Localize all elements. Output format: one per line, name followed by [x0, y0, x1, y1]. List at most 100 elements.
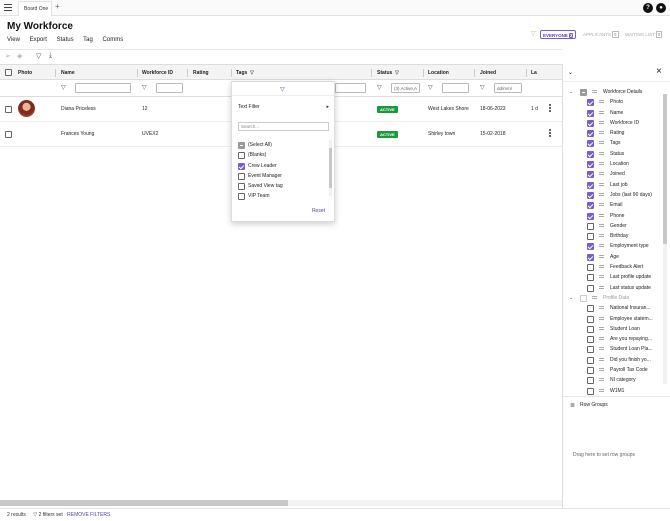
drag-handle-icon[interactable] [599, 265, 604, 269]
view-waiting-list-button[interactable]: WAITING LIST 0 [625, 30, 663, 39]
popup-option-saved-view-tag[interactable]: Saved View tag [238, 181, 334, 191]
column-checkbox[interactable] [587, 336, 594, 344]
location-filter-icon[interactable]: ▽ [428, 84, 433, 91]
column-checkbox[interactable] [587, 191, 594, 199]
row-groups-zone[interactable]: ≣ Row Groups Drag here to set row groups [563, 396, 670, 508]
drag-handle-icon[interactable] [599, 151, 604, 156]
column-item[interactable]: National Insuran... [563, 303, 670, 313]
profile-button[interactable]: ● [656, 3, 666, 13]
drag-handle-icon[interactable] [599, 388, 604, 393]
drag-handle-icon[interactable] [599, 203, 604, 207]
option-checkbox[interactable] [238, 183, 245, 191]
select-all-checkbox[interactable] [5, 69, 12, 76]
column-checkbox[interactable] [587, 161, 594, 169]
column-checkbox[interactable] [587, 150, 594, 158]
column-item[interactable]: Payroll Tax Code [563, 365, 670, 375]
tags-filter-input[interactable] [335, 83, 366, 93]
column-header-joined[interactable]: Joined [480, 65, 496, 81]
column-separator[interactable] [55, 69, 56, 77]
drag-handle-icon[interactable] [599, 172, 604, 176]
column-item[interactable]: Tags [563, 138, 670, 148]
column-separator[interactable] [474, 69, 475, 77]
drag-handle-icon[interactable] [599, 162, 604, 166]
drag-handle-icon[interactable] [599, 316, 604, 321]
toggle-filter-icon[interactable]: ▽ [531, 30, 536, 39]
send-icon[interactable]: ➢ [5, 52, 11, 60]
more-vertical-icon[interactable] [549, 104, 551, 113]
more-vertical-icon[interactable] [549, 129, 551, 138]
column-header-photo[interactable]: Photo [18, 65, 32, 81]
column-checkbox[interactable] [587, 387, 594, 395]
column-header-last-job[interactable]: La [531, 65, 537, 81]
column-item[interactable]: Age [563, 252, 670, 262]
column-checkbox[interactable] [587, 243, 594, 251]
menu-status[interactable]: Status [57, 37, 74, 43]
chevron-down-icon[interactable]: ⌄ [568, 69, 573, 76]
column-checkbox[interactable] [587, 233, 594, 241]
column-item[interactable]: Name [563, 108, 670, 118]
chevron-down-icon[interactable]: ⌄ [569, 87, 573, 97]
drag-handle-icon[interactable] [599, 100, 604, 104]
drag-handle-icon[interactable] [599, 275, 604, 279]
status-filter-input[interactable]: (3) Active,A [391, 83, 420, 93]
tab-board-one[interactable]: Board One [18, 1, 52, 16]
option-checkbox[interactable] [238, 152, 245, 160]
column-item[interactable]: Workforce ID [563, 118, 670, 128]
hamburger-icon[interactable] [4, 4, 12, 12]
menu-tag[interactable]: Tag [83, 37, 93, 43]
drag-handle-icon[interactable] [599, 182, 604, 187]
column-item[interactable]: Are you repaying... [563, 334, 670, 344]
column-item[interactable]: Email [563, 200, 670, 210]
popup-scrollbar[interactable] [329, 140, 332, 196]
drag-handle-icon[interactable] [599, 120, 604, 125]
column-item[interactable]: Did you finish yo... [563, 355, 670, 365]
column-group-profile-data[interactable]: ⌄ Profile Data [563, 293, 670, 303]
column-separator[interactable] [371, 69, 372, 77]
drag-handle-icon[interactable] [599, 131, 604, 135]
column-header-name[interactable]: Name [61, 65, 75, 81]
drag-handle-icon[interactable] [592, 90, 597, 94]
column-checkbox[interactable] [587, 274, 594, 282]
column-header-rating[interactable]: Rating [193, 65, 209, 81]
tag-icon[interactable]: ◈ [17, 52, 22, 60]
popup-option-crew-leader[interactable]: Crew Leader [238, 161, 334, 171]
option-checkbox[interactable] [238, 162, 245, 170]
drag-handle-icon[interactable] [599, 213, 604, 218]
drag-handle-icon[interactable] [599, 244, 604, 248]
column-item[interactable]: Phone [563, 211, 670, 221]
drag-handle-icon[interactable] [599, 337, 604, 341]
drag-handle-icon[interactable] [599, 347, 604, 351]
remove-filters-button[interactable]: REMOVE FILTERS [67, 512, 110, 518]
filter-icon[interactable]: ▽ [36, 52, 41, 60]
row-checkbox[interactable] [5, 106, 12, 113]
drag-handle-icon[interactable] [599, 223, 604, 228]
column-checkbox[interactable] [587, 253, 594, 261]
column-item[interactable]: Last status update [563, 283, 670, 293]
filter-tab-icon[interactable]: ▽ [280, 86, 285, 93]
column-separator[interactable] [526, 69, 527, 77]
popup-option-event-manager[interactable]: Event Manager [238, 171, 334, 181]
column-header-workforce-id[interactable]: Workforce ID [142, 65, 173, 81]
column-checkbox[interactable] [587, 356, 594, 364]
drag-handle-icon[interactable] [592, 295, 597, 300]
row-checkbox[interactable] [5, 131, 12, 138]
column-checkbox[interactable] [587, 264, 594, 272]
chevron-right-icon[interactable]: ▸ [326, 104, 329, 110]
joined-filter-input[interactable]: dd/mm/ [494, 83, 522, 93]
column-checkbox[interactable] [587, 305, 594, 313]
column-header-status[interactable]: Status [377, 65, 392, 81]
column-checkbox[interactable] [587, 212, 594, 220]
name-filter-icon[interactable]: ▽ [61, 84, 66, 91]
view-everyone-button[interactable]: EVERYONE 2 [540, 30, 577, 39]
popup-option-vip-team[interactable]: VIP Team [238, 191, 334, 201]
column-item[interactable]: Location [563, 159, 670, 169]
column-checkbox[interactable] [587, 171, 594, 179]
drag-handle-icon[interactable] [599, 110, 604, 115]
column-header-location[interactable]: Location [428, 65, 449, 81]
drag-handle-icon[interactable] [599, 378, 604, 382]
name-filter-input[interactable] [75, 83, 131, 93]
tags-filter-active-icon[interactable]: ▽ [250, 65, 254, 81]
column-checkbox[interactable] [587, 377, 594, 385]
column-item[interactable]: Status [563, 149, 670, 159]
column-item[interactable]: Gender [563, 221, 670, 231]
